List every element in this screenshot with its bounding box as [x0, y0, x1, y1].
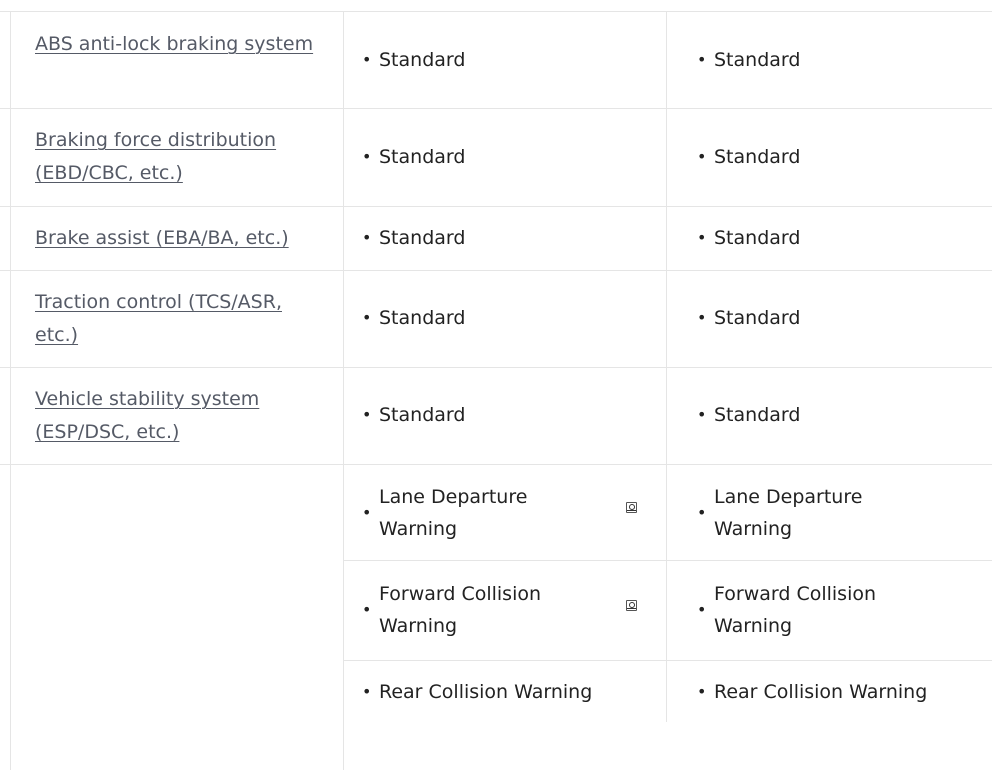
bullet-icon: • [362, 405, 372, 424]
row-divider [344, 560, 992, 561]
feature-link-traction-control[interactable]: Traction control (TCS/ASR, etc.) [35, 286, 315, 352]
bullet-icon: • [697, 600, 707, 619]
feature-value-standard: • Standard [697, 302, 800, 334]
value-text: Standard [379, 227, 466, 249]
value-text: Standard [379, 146, 466, 168]
value-text: Standard [714, 227, 801, 249]
feature-value-standard: • Standard [697, 141, 800, 173]
row-divider [0, 270, 992, 271]
value-text: Rear Collision Warning [379, 681, 593, 703]
value-text: Rear Collision Warning [714, 681, 928, 703]
feature-value-standard: • Standard [362, 141, 465, 173]
feature-link-brake-assist[interactable]: Brake assist (EBA/BA, etc.) [35, 222, 315, 255]
bullet-icon: • [697, 50, 707, 69]
value-text: Lane Departure Warning [714, 486, 863, 540]
row-divider [0, 367, 992, 368]
magnifier-icon[interactable] [626, 502, 637, 513]
bullet-icon: • [362, 503, 372, 522]
bullet-icon: • [362, 600, 372, 619]
feature-link-ebd[interactable]: Braking force distribution (EBD/CBC, etc… [35, 124, 315, 190]
warning-item-lane-departure: • Lane Departure Warning [362, 481, 569, 545]
warning-item-rear-collision: • Rear Collision Warning [697, 676, 927, 708]
column-divider [10, 11, 11, 770]
feature-value-standard: • Standard [362, 302, 465, 334]
feature-value-standard: • Standard [697, 222, 800, 254]
bullet-icon: • [697, 682, 707, 701]
value-text: Lane Departure Warning [379, 486, 528, 540]
bullet-icon: • [362, 682, 372, 701]
value-text: Forward Collision Warning [714, 583, 877, 637]
feature-value-standard: • Standard [362, 399, 465, 431]
feature-value-standard: • Standard [362, 44, 465, 76]
column-divider [666, 11, 667, 722]
feature-value-standard: • Standard [697, 44, 800, 76]
value-text: Standard [714, 146, 801, 168]
row-divider [0, 11, 992, 12]
feature-value-standard: • Standard [697, 399, 800, 431]
column-divider [343, 11, 344, 770]
warning-item-forward-collision: • Forward Collision Warning [697, 578, 904, 642]
value-text: Standard [379, 49, 466, 71]
warning-item-forward-collision: • Forward Collision Warning [362, 578, 579, 642]
feature-link-abs[interactable]: ABS anti-lock braking system [35, 28, 315, 61]
row-divider [344, 660, 992, 661]
warning-item-lane-departure: • Lane Departure Warning [697, 481, 904, 545]
value-text: Standard [714, 404, 801, 426]
value-text: Standard [379, 404, 466, 426]
bullet-icon: • [362, 308, 372, 327]
row-divider [0, 206, 992, 207]
bullet-icon: • [362, 147, 372, 166]
bullet-icon: • [697, 228, 707, 247]
value-text: Standard [714, 307, 801, 329]
bullet-icon: • [697, 308, 707, 327]
feature-link-stability-system[interactable]: Vehicle stability system (ESP/DSC, etc.) [35, 383, 315, 449]
magnifier-icon[interactable] [626, 600, 637, 611]
value-text: Standard [714, 49, 801, 71]
feature-value-standard: • Standard [362, 222, 465, 254]
value-text: Standard [379, 307, 466, 329]
bullet-icon: • [362, 228, 372, 247]
bullet-icon: • [697, 147, 707, 166]
warning-item-rear-collision: • Rear Collision Warning [362, 676, 592, 708]
bullet-icon: • [697, 503, 707, 522]
bullet-icon: • [362, 50, 372, 69]
row-divider [0, 464, 992, 465]
spec-table: ABS anti-lock braking system • Standard … [0, 0, 992, 770]
value-text: Forward Collision Warning [379, 583, 542, 637]
bullet-icon: • [697, 405, 707, 424]
row-divider [0, 108, 992, 109]
